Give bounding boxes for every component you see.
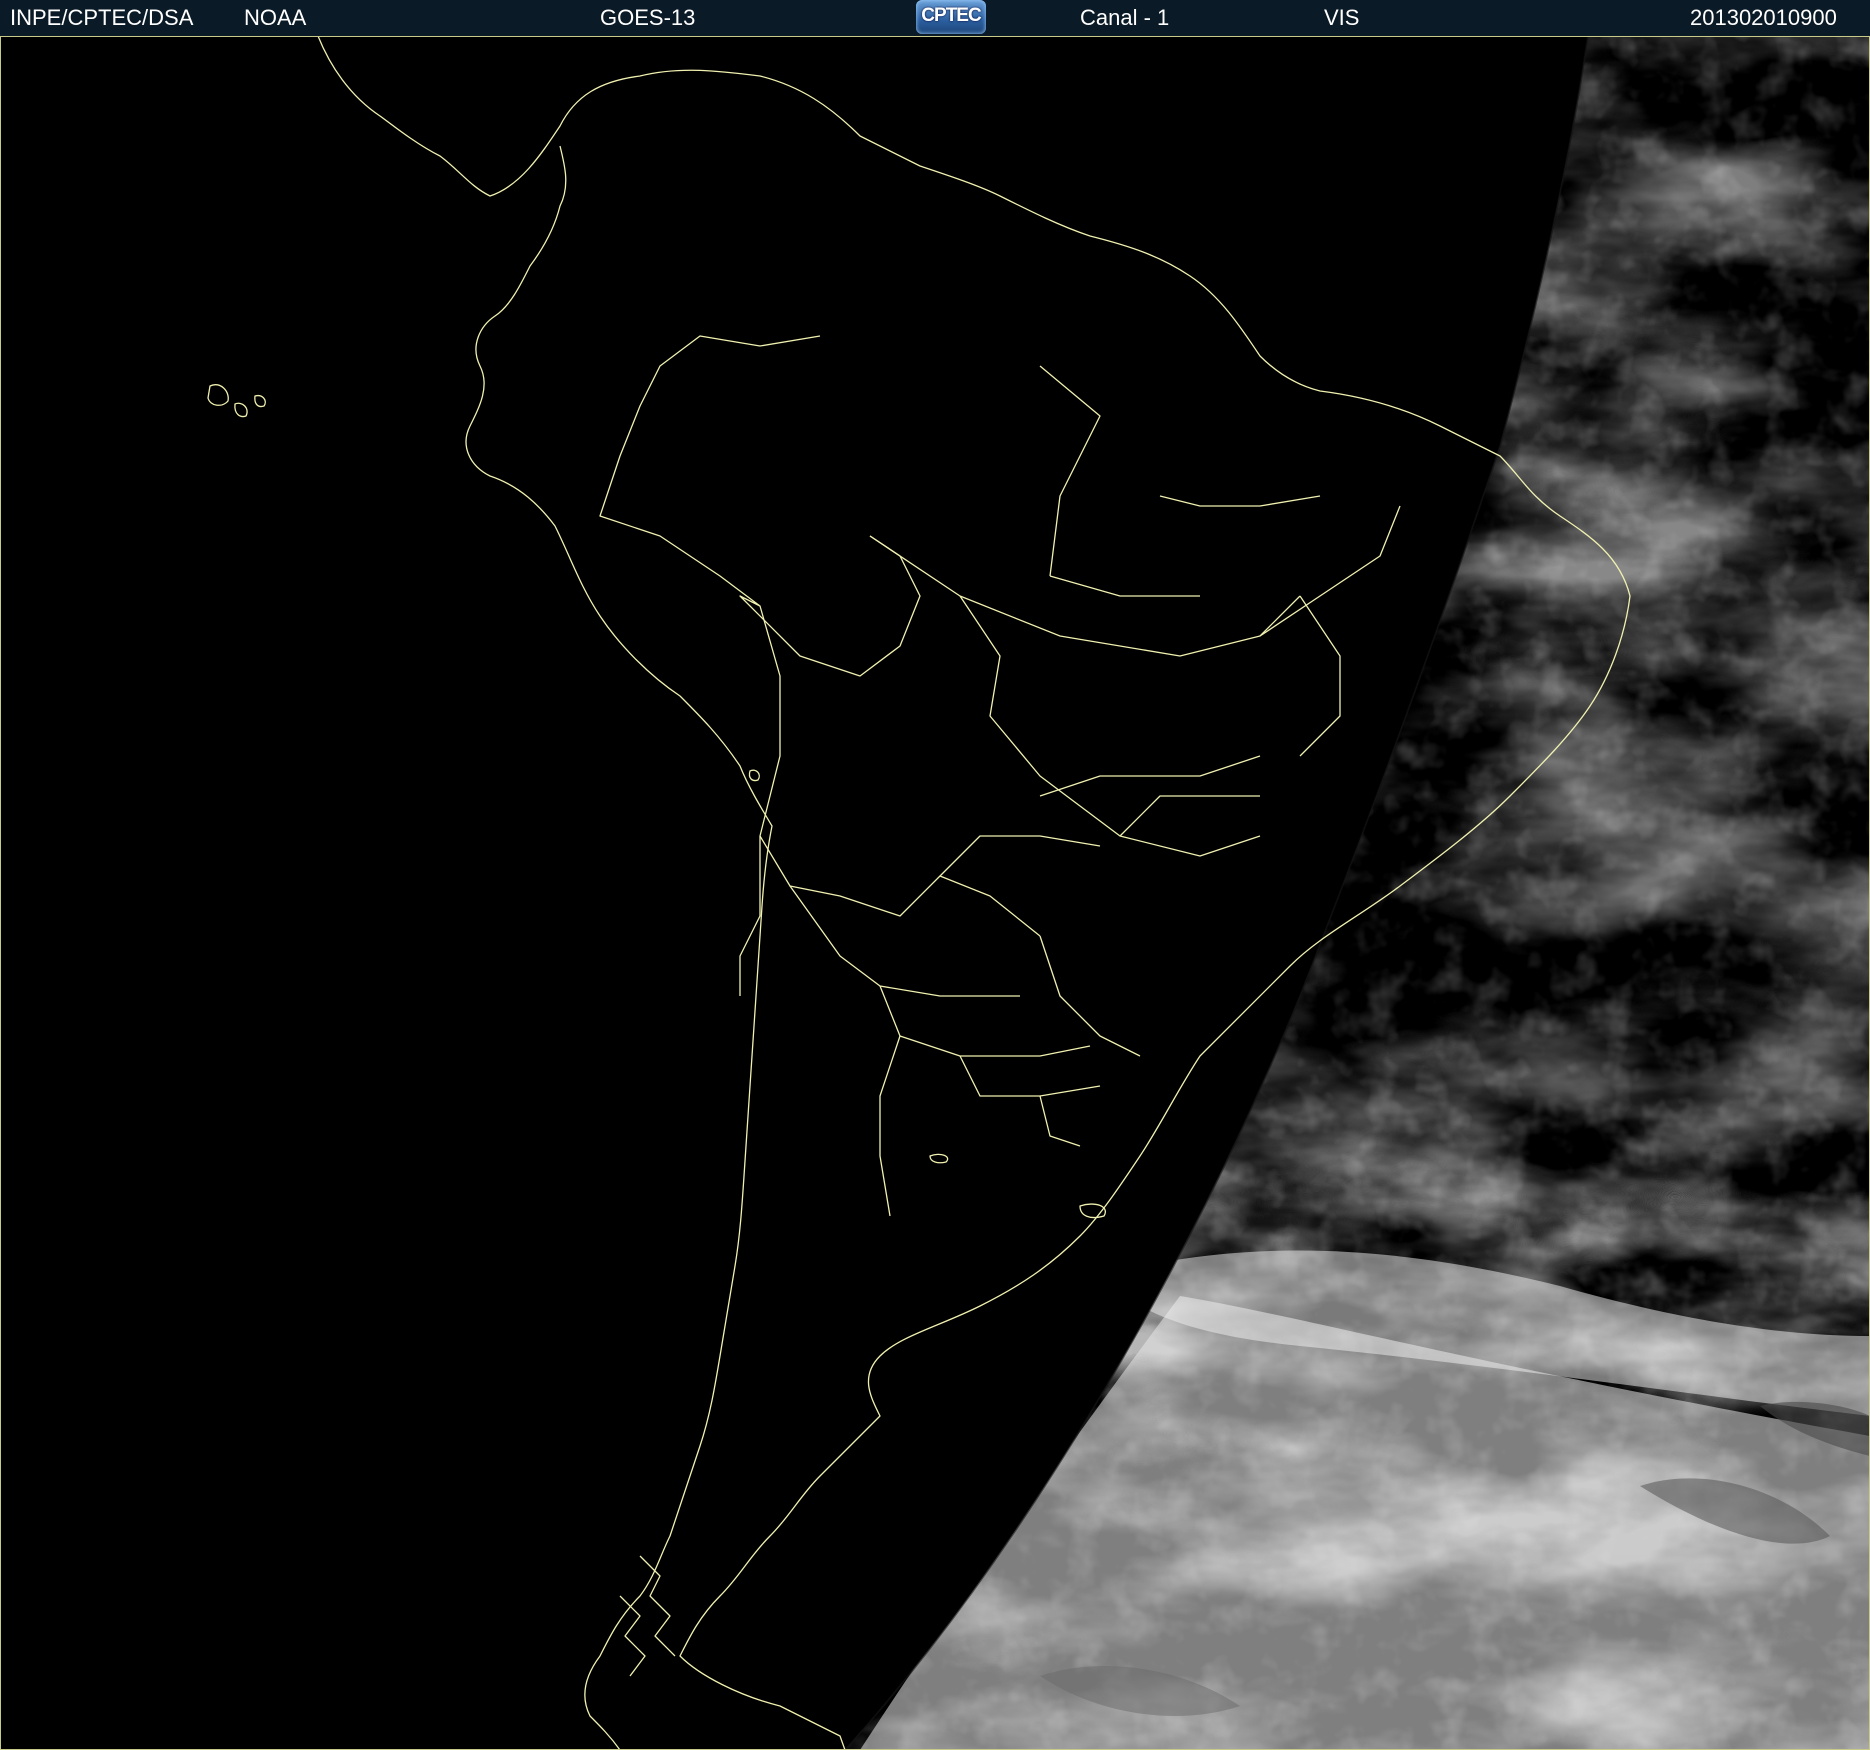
timestamp-label: 201302010900: [1690, 5, 1837, 30]
satellite-label: GOES-13: [600, 5, 696, 30]
logo-text: CPTEC: [921, 5, 981, 26]
channel-label: Canal - 1: [1080, 5, 1170, 30]
organization-label: INPE/CPTEC/DSA: [10, 5, 194, 30]
band-label: VIS: [1324, 5, 1360, 30]
agency-label: NOAA: [244, 5, 307, 30]
cptec-logo-icon: CPTEC: [916, 0, 986, 34]
satellite-map: [0, 36, 1870, 1750]
image-header: INPE/CPTEC/DSA NOAA GOES-13 CPTEC Canal …: [0, 0, 1870, 37]
